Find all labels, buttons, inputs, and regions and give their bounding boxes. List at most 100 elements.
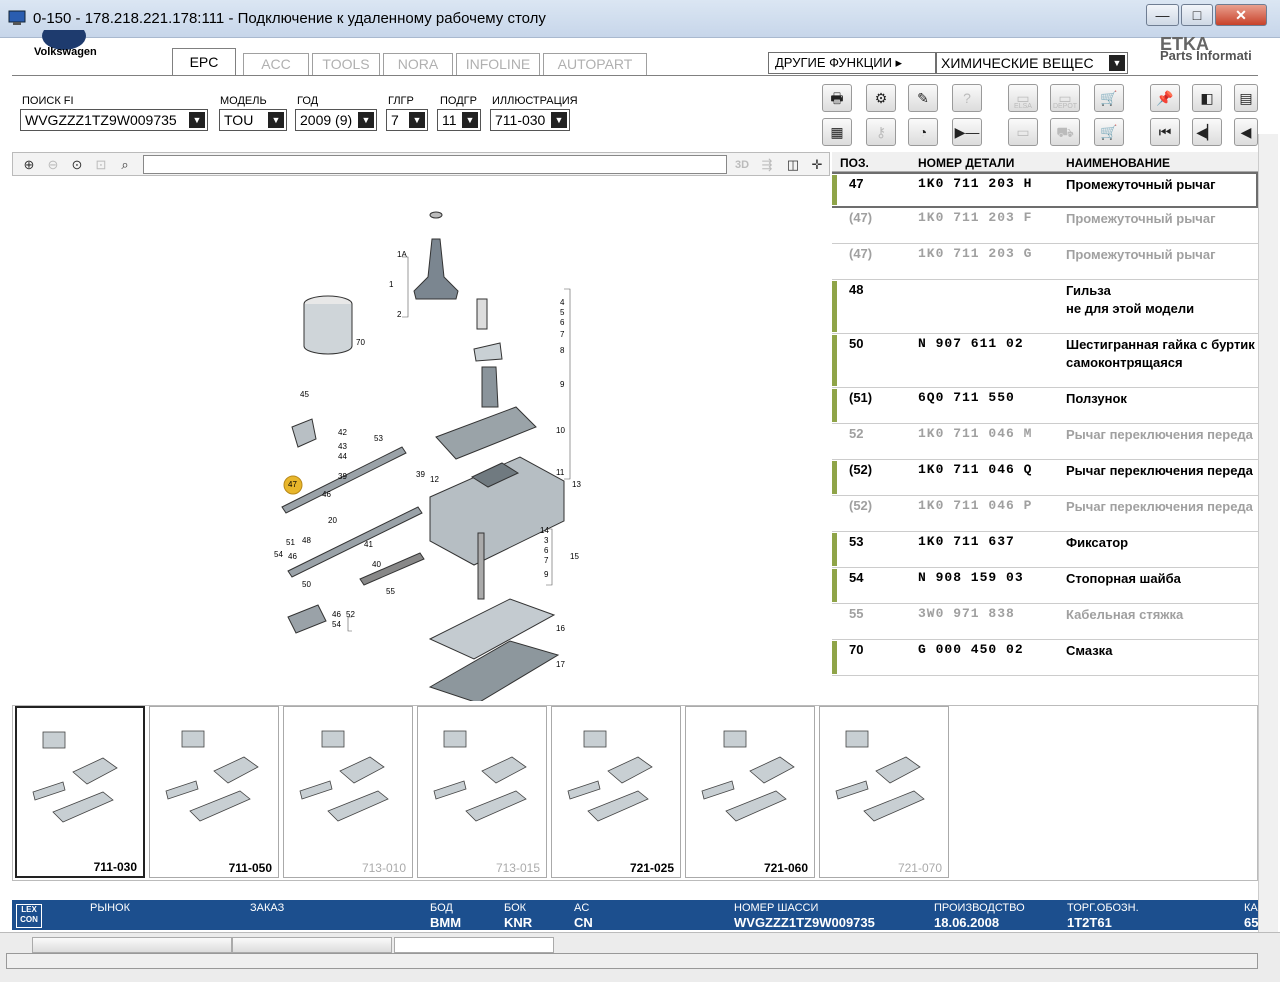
pin-button[interactable]: 📌 [1150, 84, 1180, 112]
search-fi-field[interactable]: WVGZZZ1TZ9W009735 ▼ [20, 109, 208, 131]
extra-label: КА [1244, 902, 1258, 914]
illustration-thumbnail[interactable]: 721-060 [685, 706, 815, 878]
minimize-button[interactable]: — [1146, 4, 1179, 26]
list-back-button[interactable]: ◧ [1192, 84, 1222, 112]
truck-button[interactable]: ⛟ [1050, 118, 1080, 146]
cart-button[interactable]: 🛒 [1094, 118, 1124, 146]
parts-button[interactable]: ✎ [908, 84, 938, 112]
zoom-fit-icon[interactable]: ⊙ [67, 155, 87, 175]
part-row[interactable]: 52 1K0 711 046 M Рычаг переключения переда [832, 424, 1258, 460]
main-vscrollbar[interactable] [1258, 134, 1278, 942]
monitor-button[interactable]: ▭ [1008, 118, 1038, 146]
chassis-value: WVGZZZ1TZ9W009735 [734, 915, 875, 930]
other-functions-menu[interactable]: ДРУГИЕ ФУНКЦИИ ▸ [768, 52, 936, 74]
help-icon: ? [963, 90, 971, 106]
extra-value: 65 [1244, 915, 1259, 930]
search-icon[interactable]: ⌕ [115, 155, 135, 175]
zoom-in-icon[interactable]: ⊕ [19, 155, 39, 175]
prev-page-icon: ◀▏ [1196, 124, 1218, 140]
illustration-thumbnail[interactable]: 711-050 [149, 706, 279, 878]
elsa-button[interactable]: ▭ ELSA [1008, 84, 1038, 112]
svg-text:39: 39 [416, 470, 425, 479]
gauge-button[interactable]: ◔ [908, 118, 938, 146]
illustration-thumbnail[interactable]: 713-015 [417, 706, 547, 878]
parts-table-header: ПОЗ. НОМЕР ДЕТАЛИ НАИМЕНОВАНИЕ [832, 152, 1258, 172]
part-row[interactable]: (47) 1K0 711 203 F Промежуточный рычаг [832, 208, 1258, 244]
svg-text:15: 15 [570, 552, 579, 561]
chevron-down-icon[interactable]: ▼ [358, 112, 374, 128]
tab-divider [12, 75, 1258, 76]
part-row[interactable]: 53 1K0 711 637 Фиксатор [832, 532, 1258, 568]
help-button[interactable]: ? [952, 84, 982, 112]
illustration-thumbnail[interactable]: 721-070 [819, 706, 949, 878]
tab-acc[interactable]: ACC [243, 53, 309, 75]
tab-infoline[interactable]: INFOLINE [456, 53, 540, 75]
thumbnail-label: 711-050 [228, 861, 272, 875]
part-number: G 000 450 02 [918, 642, 1024, 657]
part-row[interactable]: (52) 1K0 711 046 Q Рычаг переключения пере… [832, 460, 1258, 496]
resize-icon[interactable]: ✛ [807, 155, 827, 175]
illustration-thumbnail[interactable]: 713-010 [283, 706, 413, 878]
tab-epc[interactable]: EPC [172, 48, 236, 76]
part-number: 1K0 711 203 H [918, 176, 1033, 191]
year-select[interactable]: 2009 (9) ▼ [295, 109, 377, 131]
part-row[interactable]: 50 N 907 611 02 Шестигранная гайка с бурти… [832, 334, 1258, 388]
model-select[interactable]: TOU ▼ [219, 109, 287, 131]
chevron-down-icon[interactable]: ▼ [1109, 55, 1125, 71]
year-label: ГОД [297, 95, 319, 107]
prev-page-button[interactable]: ◀▏ [1192, 118, 1222, 146]
chevron-down-icon[interactable]: ▼ [409, 112, 425, 128]
part-row[interactable]: (51) 6Q0 711 550 Ползунок [832, 388, 1258, 424]
thumbnail-drawing-icon [701, 730, 795, 822]
chevron-down-icon[interactable]: ▼ [551, 112, 567, 128]
maximize-button[interactable]: □ [1181, 4, 1213, 26]
chevron-down-icon[interactable]: ▼ [189, 112, 205, 128]
chevron-down-icon[interactable]: ▼ [462, 112, 478, 128]
layout-icon[interactable]: ◫ [783, 155, 803, 175]
cart-arrow-button[interactable]: 🛒 [1094, 84, 1124, 112]
key-icon: ⚷ [875, 124, 887, 140]
split-icon[interactable]: ⇶ [757, 155, 777, 175]
depot-button[interactable]: ▭ DEPOT [1050, 84, 1080, 112]
close-button[interactable]: ✕ [1215, 4, 1267, 26]
trade-label: ТОРГ.ОБОЗН. [1067, 902, 1139, 914]
taskbar-item[interactable] [32, 937, 232, 953]
chemicals-select[interactable]: ХИМИЧЕСКИЕ ВЕЩЕС ▼ [936, 52, 1128, 74]
play-minus-button[interactable]: ▶— [952, 118, 982, 146]
print-button[interactable]: 🖶 [822, 84, 852, 112]
service-button[interactable]: ⚙ [866, 84, 896, 112]
table-button[interactable]: ▦ [822, 118, 852, 146]
chevron-down-icon[interactable]: ▼ [268, 112, 284, 128]
illustration-thumbnail[interactable]: 711-030 [15, 706, 145, 878]
tab-tools[interactable]: TOOLS [312, 53, 380, 75]
taskbar-item[interactable] [394, 937, 554, 953]
part-row[interactable]: (52) 1K0 711 046 P Рычаг переключения пере… [832, 496, 1258, 532]
3d-button[interactable]: 3D [731, 155, 753, 175]
illustration-select[interactable]: 711-030 ▼ [490, 109, 570, 131]
play-icon: ▶— [954, 124, 980, 140]
first-page-button[interactable]: ⏮ [1150, 118, 1180, 146]
part-row[interactable]: 54 N 908 159 03 Стопорная шайба [832, 568, 1258, 604]
exploded-diagram[interactable]: 1A 1 2 70 45 42 43 44 53 39 47 46 20 48 51 54 46 50 … [12, 177, 830, 704]
part-row[interactable]: 47 1K0 711 203 H Промежуточный рычаг [832, 172, 1258, 208]
diagram-search-input[interactable] [143, 155, 727, 174]
part-row[interactable]: 70 G 000 450 02 Смазка [832, 640, 1258, 676]
sub-group-select[interactable]: 11 ▼ [437, 109, 481, 131]
part-row[interactable]: (47) 1K0 711 203 G Промежуточный рычаг [832, 244, 1258, 280]
part-number: 1K0 711 637 [918, 534, 1015, 549]
part-row[interactable]: 48 Гильза не для этой модели [832, 280, 1258, 334]
taskbar-item[interactable] [232, 937, 392, 953]
bottom-hscrollbar[interactable] [6, 953, 1258, 969]
part-position: 53 [849, 534, 864, 549]
zoom-out-icon[interactable]: ⊖ [43, 155, 63, 175]
tab-autopart[interactable]: AUTOPART [543, 53, 647, 75]
key-button[interactable]: ⚷ [866, 118, 896, 146]
part-row[interactable]: 55 3W0 971 838 Кабельная стяжка [832, 604, 1258, 640]
back-button[interactable]: ◀ [1234, 118, 1258, 146]
tab-nora[interactable]: NORA [383, 53, 453, 75]
cart-icon: 🛒 [1100, 124, 1118, 140]
main-group-select[interactable]: 7 ▼ [386, 109, 428, 131]
document-button[interactable]: ▤ [1234, 84, 1258, 112]
zoom-area-icon[interactable]: ⊡ [91, 155, 111, 175]
illustration-thumbnail[interactable]: 721-025 [551, 706, 681, 878]
